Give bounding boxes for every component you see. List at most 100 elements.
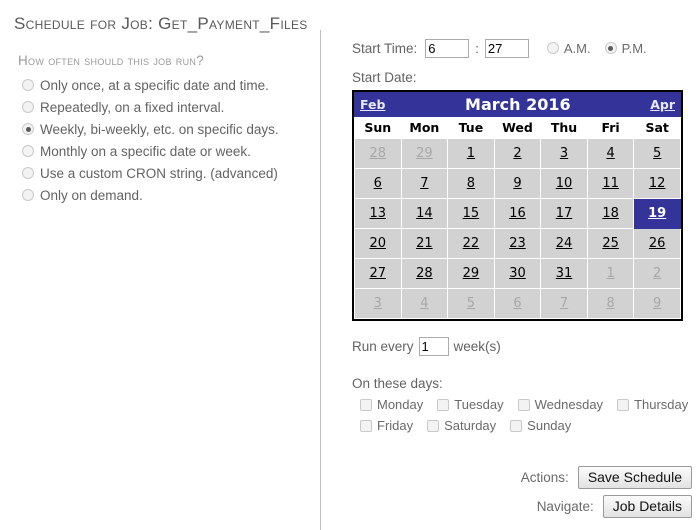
calendar-day-label[interactable]: 19 xyxy=(648,206,666,221)
calendar-day-label[interactable]: 27 xyxy=(370,266,387,281)
calendar-day-cell[interactable]: 2 xyxy=(493,138,542,169)
calendar-day-label[interactable]: 11 xyxy=(602,176,619,191)
calendar-day-cell[interactable]: 28 xyxy=(400,258,449,289)
calendar-day-label[interactable]: 1 xyxy=(606,266,614,281)
checkbox-sunday[interactable] xyxy=(510,419,523,432)
calendar-day-label[interactable]: 16 xyxy=(509,206,526,221)
calendar-day-cell[interactable]: 28 xyxy=(354,138,402,169)
weekday-option-wednesday[interactable]: Wednesday xyxy=(517,397,603,412)
calendar-day-label[interactable]: 28 xyxy=(416,266,433,281)
calendar-day-label[interactable]: 5 xyxy=(653,146,661,161)
checkbox-tuesday[interactable] xyxy=(437,398,450,411)
start-hour-input[interactable] xyxy=(425,38,470,58)
calendar-day-cell[interactable]: 7 xyxy=(540,288,588,319)
calendar-day-cell[interactable]: 9 xyxy=(493,168,542,199)
calendar-day-cell[interactable]: 29 xyxy=(447,258,495,289)
calendar-day-cell[interactable]: 3 xyxy=(540,138,588,169)
calendar-day-label[interactable]: 3 xyxy=(560,146,568,161)
calendar-day-label[interactable]: 7 xyxy=(560,296,568,311)
checkbox-monday[interactable] xyxy=(360,398,372,411)
calendar-day-label[interactable]: 9 xyxy=(513,176,521,191)
calendar-day-cell[interactable]: 8 xyxy=(447,168,495,199)
calendar-day-cell[interactable]: 4 xyxy=(400,288,449,319)
calendar-day-cell[interactable]: 4 xyxy=(586,138,635,169)
pm-option[interactable]: P.M. xyxy=(604,41,647,56)
calendar-day-label[interactable]: 31 xyxy=(556,266,573,281)
checkbox-saturday[interactable] xyxy=(427,419,440,432)
weekday-option-thursday[interactable]: Thursday xyxy=(617,397,688,412)
frequency-option-1[interactable]: Repeatedly, on a fixed interval. xyxy=(22,96,308,118)
calendar-day-label[interactable]: 8 xyxy=(606,296,614,311)
calendar-day-cell[interactable]: 3 xyxy=(354,288,402,319)
calendar-day-label[interactable]: 29 xyxy=(416,146,433,161)
calendar-day-label[interactable]: 24 xyxy=(556,236,573,251)
calendar-day-cell[interactable]: 20 xyxy=(354,228,402,259)
calendar-day-label[interactable]: 6 xyxy=(513,296,521,311)
calendar-day-label[interactable]: 10 xyxy=(556,176,573,191)
calendar-day-label[interactable]: 2 xyxy=(513,146,521,161)
weekday-option-saturday[interactable]: Saturday xyxy=(427,418,496,433)
calendar-day-cell[interactable]: 7 xyxy=(400,168,449,199)
calendar-day-cell[interactable]: 10 xyxy=(540,168,588,199)
calendar-day-cell[interactable]: 22 xyxy=(447,228,495,259)
calendar-day-label[interactable]: 4 xyxy=(606,146,614,161)
save-schedule-button[interactable]: Save Schedule xyxy=(577,466,692,489)
calendar-day-cell[interactable]: 5 xyxy=(447,288,495,319)
week-interval-input[interactable] xyxy=(418,337,449,356)
calendar-day-cell[interactable]: 15 xyxy=(447,198,495,229)
frequency-radio-3[interactable] xyxy=(22,145,34,157)
calendar-day-label[interactable]: 18 xyxy=(602,206,619,221)
am-option[interactable]: A.M. xyxy=(546,41,591,56)
calendar-day-label[interactable]: 26 xyxy=(649,236,666,251)
frequency-radio-4[interactable] xyxy=(22,167,34,179)
calendar-day-label[interactable]: 25 xyxy=(602,236,619,251)
calendar-day-label[interactable]: 6 xyxy=(374,176,382,191)
calendar-day-label[interactable]: 4 xyxy=(420,296,428,311)
frequency-radio-5[interactable] xyxy=(22,189,34,201)
frequency-option-0[interactable]: Only once, at a specific date and time. xyxy=(22,74,308,96)
calendar-day-cell[interactable]: 1 xyxy=(447,138,495,169)
calendar-day-cell[interactable]: 1 xyxy=(586,258,635,289)
calendar-day-cell[interactable]: 6 xyxy=(354,168,402,199)
calendar-day-label[interactable]: 2 xyxy=(653,266,661,281)
frequency-radio-0[interactable] xyxy=(22,79,34,91)
prev-month-link[interactable]: Feb xyxy=(360,97,385,112)
pm-radio[interactable] xyxy=(604,42,617,54)
calendar-day-label[interactable]: 1 xyxy=(467,146,475,161)
checkbox-friday[interactable] xyxy=(360,419,372,432)
job-details-button[interactable]: Job Details xyxy=(602,495,692,518)
calendar-day-label[interactable]: 12 xyxy=(649,176,666,191)
calendar-day-cell[interactable]: 8 xyxy=(586,288,635,319)
calendar-day-label[interactable]: 14 xyxy=(416,206,433,221)
date-picker-calendar[interactable]: Feb March 2016 Apr Sun Mon Tue Wed Thu Fri Sat… xyxy=(352,90,683,321)
calendar-day-selected[interactable]: 19 xyxy=(633,198,681,229)
calendar-day-cell[interactable]: 12 xyxy=(633,168,681,199)
calendar-day-cell[interactable]: 24 xyxy=(540,228,588,259)
calendar-day-label[interactable]: 15 xyxy=(463,206,480,221)
calendar-day-cell[interactable]: 31 xyxy=(540,258,588,289)
calendar-day-cell[interactable]: 2 xyxy=(633,258,681,289)
calendar-day-cell[interactable]: 17 xyxy=(540,198,588,229)
calendar-day-label[interactable]: 8 xyxy=(467,176,475,191)
calendar-day-label[interactable]: 28 xyxy=(370,146,387,161)
calendar-day-cell[interactable]: 27 xyxy=(354,258,402,289)
calendar-day-label[interactable]: 20 xyxy=(370,236,387,251)
start-minute-input[interactable] xyxy=(484,38,529,58)
calendar-day-cell[interactable]: 18 xyxy=(586,198,635,229)
checkbox-wednesday[interactable] xyxy=(517,398,530,411)
checkbox-thursday[interactable] xyxy=(617,398,630,411)
calendar-day-label[interactable]: 3 xyxy=(374,296,382,311)
calendar-day-label[interactable]: 17 xyxy=(556,206,573,221)
calendar-day-label[interactable]: 13 xyxy=(370,206,387,221)
frequency-option-2[interactable]: Weekly, bi-weekly, etc. on specific days… xyxy=(22,118,308,140)
calendar-day-label[interactable]: 22 xyxy=(463,236,480,251)
calendar-day-cell[interactable]: 25 xyxy=(586,228,635,259)
calendar-day-cell[interactable]: 29 xyxy=(400,138,449,169)
frequency-option-5[interactable]: Only on demand. xyxy=(22,184,308,206)
calendar-day-cell[interactable]: 21 xyxy=(400,228,449,259)
weekday-option-sunday[interactable]: Sunday xyxy=(510,418,571,433)
calendar-day-label[interactable]: 29 xyxy=(463,266,480,281)
calendar-day-cell[interactable]: 14 xyxy=(400,198,449,229)
calendar-day-cell[interactable]: 9 xyxy=(633,288,681,319)
calendar-day-label[interactable]: 21 xyxy=(416,236,433,251)
